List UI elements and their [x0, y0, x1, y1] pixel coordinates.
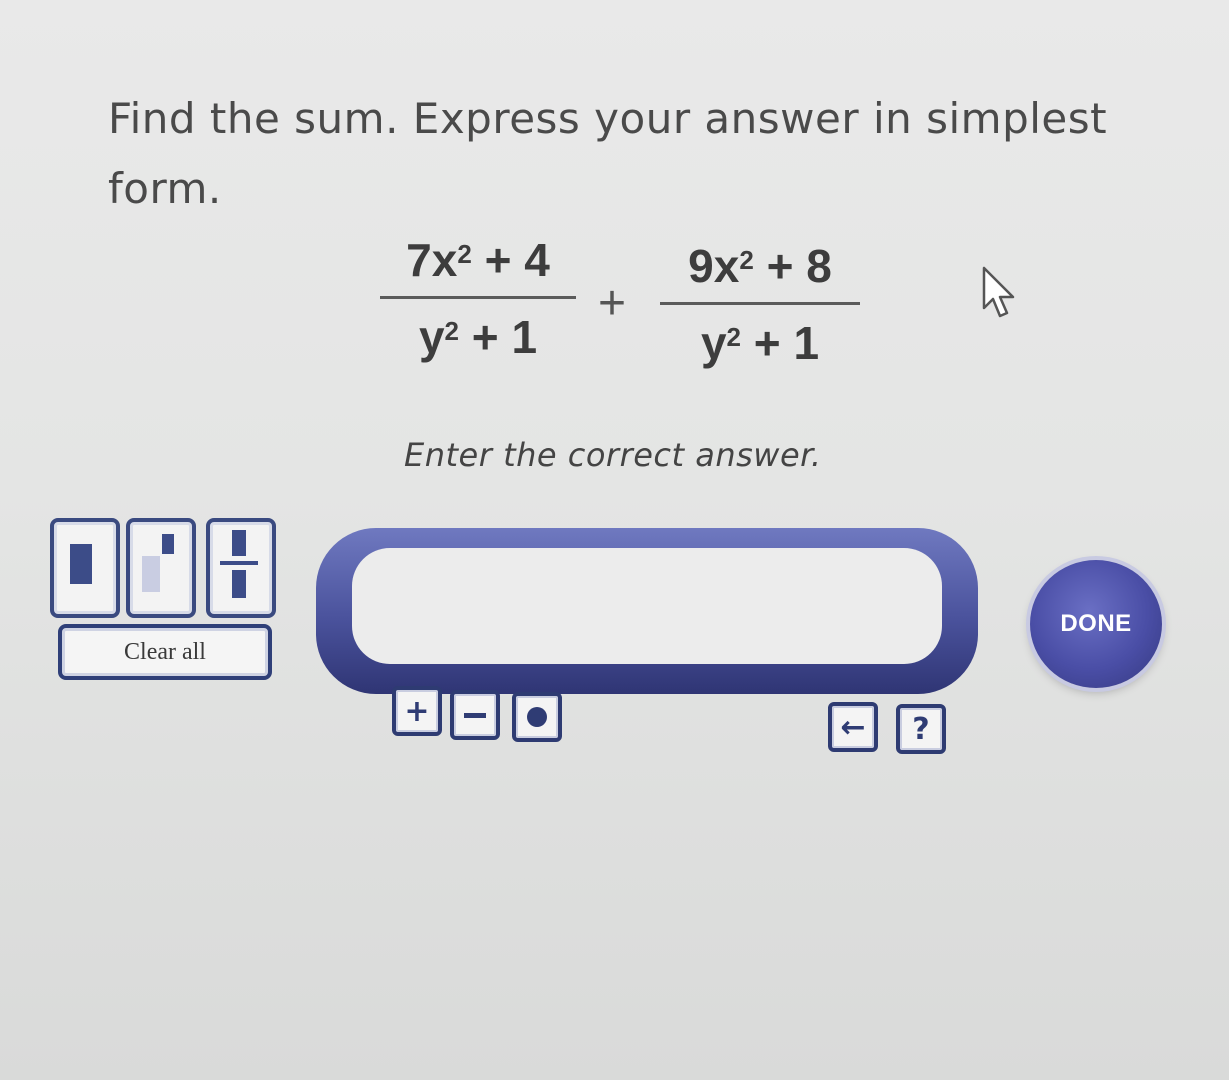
fraction-1-numerator-rest: + 4	[471, 234, 550, 286]
answer-input[interactable]	[352, 548, 942, 664]
fraction-2-numerator-exponent: 2	[739, 245, 754, 275]
box-icon	[70, 544, 92, 584]
fraction-1-numerator-term: 7x	[406, 234, 458, 286]
instruction-text: Enter the correct answer.	[404, 436, 822, 474]
fraction-2-denominator-rest: + 1	[741, 317, 820, 369]
back-arrow-icon: ←	[840, 709, 866, 745]
template-box-button[interactable]	[50, 518, 120, 618]
dot-icon	[527, 707, 547, 727]
fraction-1-denominator-rest: + 1	[459, 311, 538, 363]
minus-icon	[464, 712, 486, 718]
fraction-1-bar	[380, 296, 576, 299]
template-exponent-button[interactable]	[126, 518, 196, 618]
question-prompt: Find the sum. Express your answer in sim…	[108, 94, 1108, 213]
help-key[interactable]: ?	[896, 704, 946, 754]
fraction-1: 7x2 + 4 y2 + 1	[380, 232, 576, 365]
mouse-cursor-icon	[982, 266, 1015, 318]
minus-key[interactable]	[450, 690, 500, 740]
clear-all-button[interactable]: Clear all	[58, 624, 272, 680]
fraction-2-denominator-term: y	[700, 317, 727, 369]
fraction-2: 9x2 + 8 y2 + 1	[660, 238, 860, 371]
fraction-2-numerator-rest: + 8	[753, 240, 832, 292]
plus-key[interactable]: +	[392, 686, 442, 736]
backspace-key[interactable]: ←	[828, 702, 878, 752]
template-fraction-button[interactable]	[206, 518, 276, 618]
fraction-1-numerator-exponent: 2	[457, 239, 472, 269]
fraction-2-denominator-exponent: 2	[726, 322, 742, 352]
fraction-1-denominator-exponent: 2	[444, 316, 460, 346]
done-button[interactable]: DONE	[1030, 560, 1162, 688]
fraction-2-numerator-term: 9x	[688, 240, 740, 292]
decimal-key[interactable]	[512, 692, 562, 742]
math-expression: 7x2 + 4 y2 + 1 + 9x2 + 8 y2 + 1	[380, 232, 880, 382]
fraction-2-bar	[660, 302, 860, 305]
plus-operator: +	[598, 277, 627, 330]
fraction-1-denominator-term: y	[418, 311, 445, 363]
